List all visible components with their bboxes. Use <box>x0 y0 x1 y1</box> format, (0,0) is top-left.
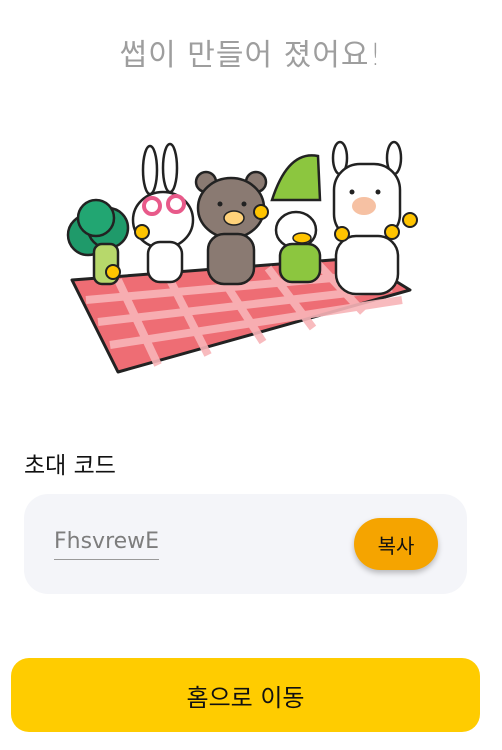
crocodile-character <box>270 154 322 284</box>
invite-code-value: FhsvrewE <box>54 528 160 560</box>
page-title: 썹이 만들어 졌어요! <box>119 38 383 73</box>
invite-code-label: 초대 코드 <box>24 453 116 479</box>
go-home-button[interactable]: 홈으로 이동 <box>11 658 480 732</box>
picnic-characters-illustration <box>66 140 418 374</box>
copy-button[interactable]: 복사 <box>354 518 438 570</box>
alpaca-character <box>331 140 418 296</box>
rabbit-character <box>131 142 195 284</box>
broccoli-character <box>66 198 130 286</box>
invite-code-box: FhsvrewE 복사 <box>24 494 467 594</box>
